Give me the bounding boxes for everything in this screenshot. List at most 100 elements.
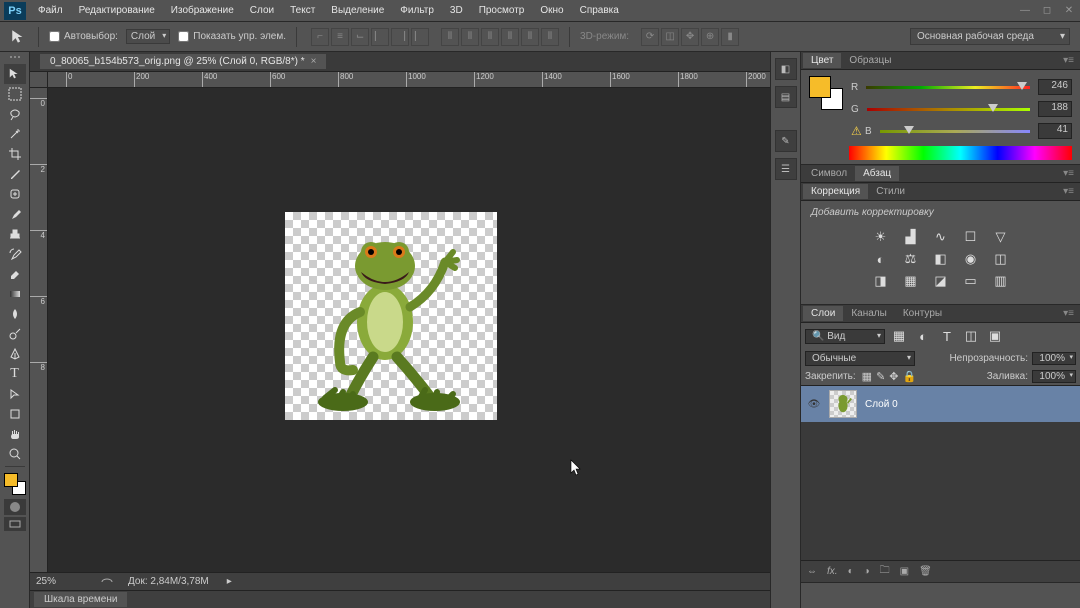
ruler-origin[interactable]	[30, 72, 48, 88]
menu-файл[interactable]: Файл	[30, 2, 71, 19]
play-icon[interactable]: ▸	[227, 576, 232, 587]
gradmap-icon[interactable]: ▭	[961, 272, 981, 290]
stamp-tool[interactable]	[4, 224, 26, 244]
filter-type-icon[interactable]: T	[937, 327, 957, 345]
align-hcenter-icon[interactable]: ⎹	[391, 28, 409, 46]
levels-icon[interactable]: ▟	[901, 228, 921, 246]
pen-tool[interactable]	[4, 344, 26, 364]
history-panel-icon[interactable]: ◧	[775, 58, 797, 80]
zoom-level[interactable]: 25%	[36, 576, 86, 587]
autoselect-target-select[interactable]: Слой	[126, 29, 170, 44]
align-top-icon[interactable]: ⌐	[311, 28, 329, 46]
b-slider[interactable]	[880, 126, 1030, 136]
d3-3-icon[interactable]: ✥	[681, 28, 699, 46]
d3-2-icon[interactable]: ◫	[661, 28, 679, 46]
align-left-icon[interactable]: ⎸	[371, 28, 389, 46]
foreground-swatch[interactable]	[4, 473, 18, 487]
panel-menu-icon[interactable]: ▾≡	[1059, 186, 1078, 197]
visibility-toggle-icon[interactable]: 👁	[807, 399, 821, 410]
menu-3d[interactable]: 3D	[442, 2, 471, 19]
lock-move-icon[interactable]: ✥	[889, 370, 898, 383]
tab-adjustments[interactable]: Коррекция	[803, 184, 868, 199]
canvas-viewport[interactable]	[48, 88, 770, 572]
hue-icon[interactable]: ◐	[871, 250, 891, 268]
color-swatch-pair[interactable]	[809, 76, 843, 110]
fill-value[interactable]: 100%	[1032, 370, 1076, 383]
chmix-icon[interactable]: ◫	[991, 250, 1011, 268]
tab-paragraph[interactable]: Абзац	[855, 166, 899, 181]
d3-5-icon[interactable]: ▮	[721, 28, 739, 46]
blur-tool[interactable]	[4, 304, 26, 324]
crop-tool[interactable]	[4, 144, 26, 164]
panel-menu-icon[interactable]: ▾≡	[1059, 308, 1078, 319]
balance-icon[interactable]: ⚖	[901, 250, 921, 268]
close-tab-icon[interactable]: ×	[311, 56, 317, 67]
tab-paths[interactable]: Контуры	[895, 306, 950, 321]
dist-5-icon[interactable]: ⫴	[521, 28, 539, 46]
panel-menu-icon[interactable]: ▾≡	[1059, 55, 1078, 66]
zoom-tool[interactable]	[4, 444, 26, 464]
r-slider[interactable]	[866, 82, 1030, 92]
gamut-warning-icon[interactable]: ⚠	[851, 124, 863, 138]
actions-panel-icon[interactable]: ▤	[775, 86, 797, 108]
g-value[interactable]: 188	[1038, 101, 1072, 117]
dist-4-icon[interactable]: ⫴	[501, 28, 519, 46]
opacity-value[interactable]: 100%	[1032, 352, 1076, 365]
canvas[interactable]	[285, 212, 497, 420]
tab-character[interactable]: Символ	[803, 166, 855, 181]
dist-1-icon[interactable]: ⫴	[441, 28, 459, 46]
marquee-tool[interactable]	[4, 84, 26, 104]
autoselect-checkbox[interactable]: Автовыбор:	[49, 31, 118, 42]
layer-list[interactable]: 👁 Слой 0	[801, 385, 1080, 560]
blend-mode-select[interactable]: Обычные	[805, 351, 915, 366]
d3-4-icon[interactable]: ⊕	[701, 28, 719, 46]
exposure-icon[interactable]: ☐	[961, 228, 981, 246]
photo-filter-icon[interactable]: ◉	[961, 250, 981, 268]
minimize-button[interactable]: —	[1018, 4, 1032, 18]
brushes-panel-icon[interactable]: ✎	[775, 130, 797, 152]
show-controls-checkbox[interactable]: Показать упр. элем.	[178, 31, 286, 42]
menu-просмотр[interactable]: Просмотр	[471, 2, 533, 19]
layer-row[interactable]: 👁 Слой 0	[801, 386, 1080, 422]
menu-редактирование[interactable]: Редактирование	[71, 2, 163, 19]
dodge-tool[interactable]	[4, 324, 26, 344]
tab-swatches[interactable]: Образцы	[841, 53, 899, 68]
d3-1-icon[interactable]: ⟳	[641, 28, 659, 46]
filter-smart-icon[interactable]: ▣	[985, 327, 1005, 345]
gradient-tool[interactable]	[4, 284, 26, 304]
close-button[interactable]: ✕	[1062, 4, 1076, 18]
wand-tool[interactable]	[4, 124, 26, 144]
presets-panel-icon[interactable]: ☰	[775, 158, 797, 180]
move-tool[interactable]	[4, 64, 26, 84]
tab-channels[interactable]: Каналы	[843, 306, 895, 321]
layer-name[interactable]: Слой 0	[865, 399, 898, 410]
menu-окно[interactable]: Окно	[532, 2, 571, 19]
invert-icon[interactable]: ◨	[871, 272, 891, 290]
tab-styles[interactable]: Стили	[868, 184, 913, 199]
shape-tool[interactable]	[4, 404, 26, 424]
filter-adj-icon[interactable]: ◐	[913, 327, 933, 345]
new-adj-icon[interactable]: ◑	[864, 566, 870, 577]
posterize-icon[interactable]: ▦	[901, 272, 921, 290]
new-group-icon[interactable]: 🗀	[880, 563, 890, 580]
workspace-select[interactable]: Основная рабочая среда	[910, 28, 1070, 45]
tab-layers[interactable]: Слои	[803, 306, 843, 321]
eyedropper-tool[interactable]	[4, 164, 26, 184]
vibrance-icon[interactable]: ▽	[991, 228, 1011, 246]
menu-фильтр[interactable]: Фильтр	[392, 2, 442, 19]
filter-pixel-icon[interactable]: ▦	[889, 327, 909, 345]
align-bottom-icon[interactable]: ⌙	[351, 28, 369, 46]
new-layer-icon[interactable]: ▣	[900, 566, 909, 577]
type-tool[interactable]: T	[4, 364, 26, 384]
maximize-button[interactable]: ◻	[1040, 4, 1054, 18]
layer-thumbnail[interactable]	[829, 390, 857, 418]
mask-icon[interactable]: ◐	[848, 566, 854, 577]
b-value[interactable]: 41	[1038, 123, 1072, 139]
brightness-icon[interactable]: ☀	[871, 228, 891, 246]
path-select-tool[interactable]	[4, 384, 26, 404]
delete-layer-icon[interactable]: 🗑	[919, 566, 932, 577]
dist-2-icon[interactable]: ⫴	[461, 28, 479, 46]
menu-изображение[interactable]: Изображение	[163, 2, 242, 19]
layer-filter-select[interactable]: 🔍 Вид	[805, 329, 885, 344]
menu-выделение[interactable]: Выделение	[323, 2, 392, 19]
